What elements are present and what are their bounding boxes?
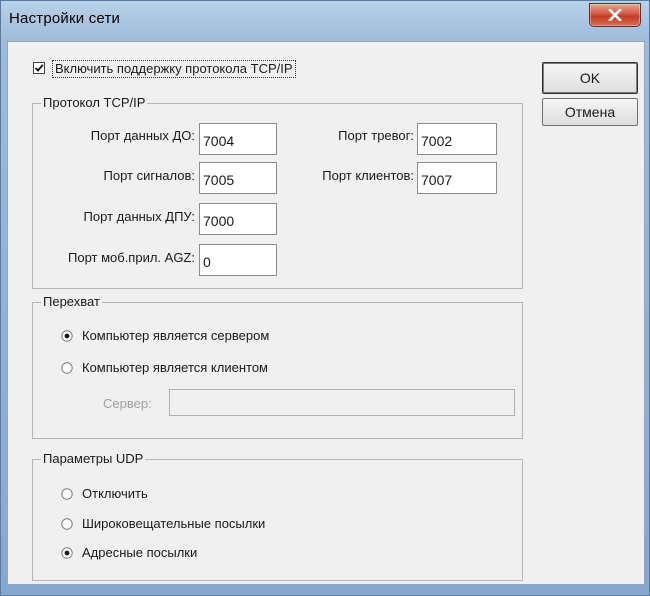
title-bar[interactable]: Настройки сети (1, 1, 649, 39)
radio-unselected-icon[interactable] (61, 488, 73, 500)
intercept-group: Перехват Компьютер является сервером Ком… (32, 294, 523, 439)
close-button[interactable] (589, 3, 641, 27)
radio-unselected-icon[interactable] (61, 518, 73, 530)
ok-button[interactable]: OK (542, 62, 638, 94)
dialog-body: Включить поддержку протокола TCP/IP Прот… (7, 41, 645, 585)
alarm-port-label: Порт тревог: (338, 128, 414, 143)
tcp-enable-label: Включить поддержку протокола TCP/IP (52, 60, 296, 78)
close-icon (608, 9, 622, 21)
radio-unselected-icon[interactable] (61, 362, 73, 374)
radio-udp-addressed-label: Адресные посылки (82, 545, 198, 560)
mobile-port-label: Порт моб.прил. AGZ: (68, 250, 195, 265)
radio-client-label: Компьютер является клиентом (82, 360, 268, 375)
data-port-do-input[interactable] (199, 123, 277, 155)
alarm-port-input[interactable] (417, 123, 497, 155)
udp-group: Параметры UDP Отключить Широковещательны… (32, 451, 523, 581)
server-input[interactable] (169, 389, 515, 416)
radio-udp-off-label: Отключить (82, 486, 148, 501)
window-title: Настройки сети (9, 10, 121, 27)
client-port-label: Порт клиентов: (322, 168, 414, 183)
intercept-group-title: Перехват (41, 294, 102, 310)
cancel-button[interactable]: Отмена (542, 98, 638, 126)
radio-selected-icon[interactable] (61, 330, 73, 342)
data-port-dpu-input[interactable] (199, 203, 277, 235)
checkmark-icon (34, 64, 44, 72)
data-port-dpu-label: Порт данных ДПУ: (83, 209, 195, 224)
client-port-input[interactable] (417, 162, 497, 194)
signal-port-label: Порт сигналов: (103, 168, 195, 183)
tcp-group-title: Протокол TCP/IP (41, 95, 148, 111)
radio-selected-icon[interactable] (61, 547, 73, 559)
udp-group-title: Параметры UDP (41, 451, 146, 467)
radio-udp-broadcast-label: Широковещательные посылки (82, 516, 266, 531)
data-port-do-label: Порт данных ДО: (90, 128, 195, 143)
tcp-enable-checkbox[interactable] (33, 62, 45, 74)
mobile-port-input[interactable] (199, 244, 277, 276)
radio-server-label: Компьютер является сервером (82, 328, 270, 343)
network-settings-window: Настройки сети Включить поддержку проток… (0, 0, 650, 596)
signal-port-input[interactable] (199, 162, 277, 194)
server-label: Сервер: (103, 396, 152, 411)
tcp-protocol-group: Протокол TCP/IP Порт данных ДО: Порт тре… (32, 95, 523, 289)
